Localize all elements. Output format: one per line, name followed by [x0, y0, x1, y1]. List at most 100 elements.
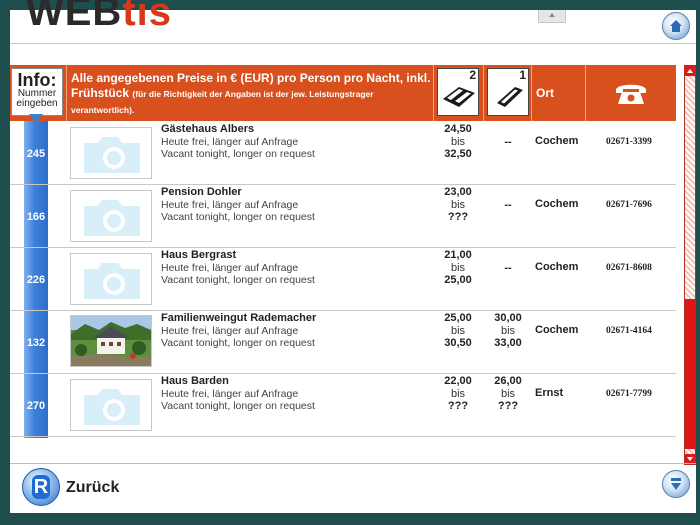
header-separator: [66, 65, 67, 121]
listing-availability-de: Heute frei, länger auf Anfrage: [161, 136, 299, 148]
double-room-count: 2: [469, 68, 476, 82]
double-room-price: 24,50 bis 32,50: [433, 123, 483, 161]
scroll-down-button[interactable]: [662, 470, 690, 498]
double-room-price: 23,00 bis ???: [433, 186, 483, 224]
price-from: 23,00: [444, 186, 472, 198]
listing-number: 132: [26, 337, 46, 349]
listing-number: 270: [26, 400, 46, 412]
price-to: ???: [497, 400, 519, 412]
single-bed-icon: [497, 87, 523, 107]
info-number-entry[interactable]: Info: Nummer eingeben: [11, 68, 63, 116]
listing-row[interactable]: 245 Gästehaus Albers Heute frei, länger …: [10, 121, 676, 185]
listing-phone: 02671-7799: [606, 389, 652, 399]
price-bis: bis: [450, 135, 466, 148]
scroll-up-arrow[interactable]: [685, 66, 695, 76]
top-scroll-tab[interactable]: [538, 10, 566, 23]
listing-ort: Cochem: [535, 261, 579, 273]
listing-row[interactable]: 226 Haus Bergrast Heute frei, länger auf…: [10, 247, 676, 311]
listing-availability-en: Vacant tonight, longer on request: [161, 337, 315, 349]
listing-ort: Cochem: [535, 198, 579, 210]
listing-photo-placeholder: [70, 379, 152, 431]
price-bis: bis: [450, 324, 466, 337]
listing-name: Gästehaus Albers: [161, 123, 255, 135]
price-from: 24,50: [444, 123, 472, 135]
price-to: ???: [447, 400, 469, 412]
listing-ort: Cochem: [535, 135, 579, 147]
listing-phone: 02671-4164: [606, 326, 652, 336]
telephone-icon: [616, 84, 646, 104]
price-bis: bis: [450, 261, 466, 274]
price-to: 32,50: [444, 148, 472, 160]
listing-availability-de: Heute frei, länger auf Anfrage: [161, 325, 299, 337]
info-title: Info:: [17, 70, 57, 90]
column-ort: Ort: [536, 86, 554, 100]
listing-photo: [70, 315, 152, 367]
listing-photo-placeholder: [70, 190, 152, 242]
listing-photo-placeholder: [70, 253, 152, 305]
double-room-price: 21,00 bis 25,00: [433, 249, 483, 287]
footer-divider: [10, 463, 696, 464]
webtis-window: WEBtis Info: Nummer eingeben Alle angege…: [10, 0, 696, 513]
camera-placeholder-icon: [84, 137, 140, 173]
price-none: --: [504, 136, 512, 148]
double-room-price: 22,00 bis ???: [433, 375, 483, 413]
listing-availability-de: Heute frei, länger auf Anfrage: [161, 388, 299, 400]
single-room-price: 26,00 bis ???: [483, 375, 533, 413]
listing-number: 166: [26, 211, 46, 223]
price-from: 22,00: [444, 375, 472, 387]
listing-row[interactable]: 166 Pension Dohler Heute frei, länger au…: [10, 184, 676, 248]
price-to: ???: [447, 211, 469, 223]
listing-phone: 02671-8608: [606, 263, 652, 273]
camera-placeholder-icon: [84, 200, 140, 236]
listing-list: 245 Gästehaus Albers Heute frei, länger …: [10, 121, 676, 438]
listing-ort: Ernst: [535, 387, 564, 399]
listing-name: Familienweingut Rademacher: [161, 312, 317, 324]
listing-phone: 02671-7696: [606, 200, 652, 210]
back-label: Zurück: [66, 479, 120, 496]
listing-phone: 02671-3399: [606, 137, 652, 147]
price-none: --: [504, 262, 512, 274]
single-room-price: 30,00 bis 33,00: [483, 312, 533, 350]
logo-text-dark: WEB: [26, 0, 123, 34]
price-from: 21,00: [444, 249, 472, 261]
header-divider: [10, 43, 696, 44]
price-to: 30,50: [444, 337, 472, 349]
listing-row[interactable]: 270 Haus Barden Heute frei, länger auf A…: [10, 373, 676, 437]
camera-placeholder-icon: [84, 389, 140, 425]
single-room-price: --: [483, 123, 533, 149]
listing-availability-de: Heute frei, länger auf Anfrage: [161, 262, 299, 274]
price-note: Alle angegebenen Preise in € (EUR) pro P…: [71, 71, 433, 118]
header-separator: [531, 65, 532, 121]
double-bed-icon: [443, 87, 475, 107]
logo-text-accent: tis: [122, 0, 173, 34]
listing-table-header: Info: Nummer eingeben Alle angegebenen P…: [10, 65, 676, 123]
scrollbar-thumb[interactable]: [685, 299, 695, 449]
single-room-price: --: [483, 186, 533, 212]
price-bis: bis: [450, 198, 466, 211]
price-to: 33,00: [494, 337, 522, 349]
back-icon-letter: R: [32, 475, 50, 499]
webtis-logo: WEBtis: [26, 0, 172, 34]
listing-name: Haus Barden: [161, 375, 229, 387]
price-from: 30,00: [494, 312, 522, 324]
house-photo: [71, 316, 151, 366]
listing-number: 226: [26, 274, 46, 286]
listing-availability-en: Vacant tonight, longer on request: [161, 211, 315, 223]
vertical-scrollbar[interactable]: [684, 65, 696, 465]
double-room-price: 25,00 bis 30,50: [433, 312, 483, 350]
listing-ort: Cochem: [535, 324, 579, 336]
home-button[interactable]: [662, 12, 690, 40]
header-separator: [433, 65, 434, 121]
header-separator: [585, 65, 586, 121]
price-bis: bis: [500, 387, 516, 400]
listing-row[interactable]: 132 Familienweingut Rademacher Heute fre…: [10, 310, 676, 374]
back-button[interactable]: R Zurück: [22, 468, 142, 510]
header-separator: [483, 65, 484, 121]
listing-availability-en: Vacant tonight, longer on request: [161, 400, 315, 412]
listing-photo-placeholder: [70, 127, 152, 179]
listing-availability-en: Vacant tonight, longer on request: [161, 148, 315, 160]
single-room-count: 1: [519, 68, 526, 82]
listing-availability-en: Vacant tonight, longer on request: [161, 274, 315, 286]
price-bis: bis: [500, 324, 516, 337]
scroll-down-icon: [671, 478, 681, 490]
